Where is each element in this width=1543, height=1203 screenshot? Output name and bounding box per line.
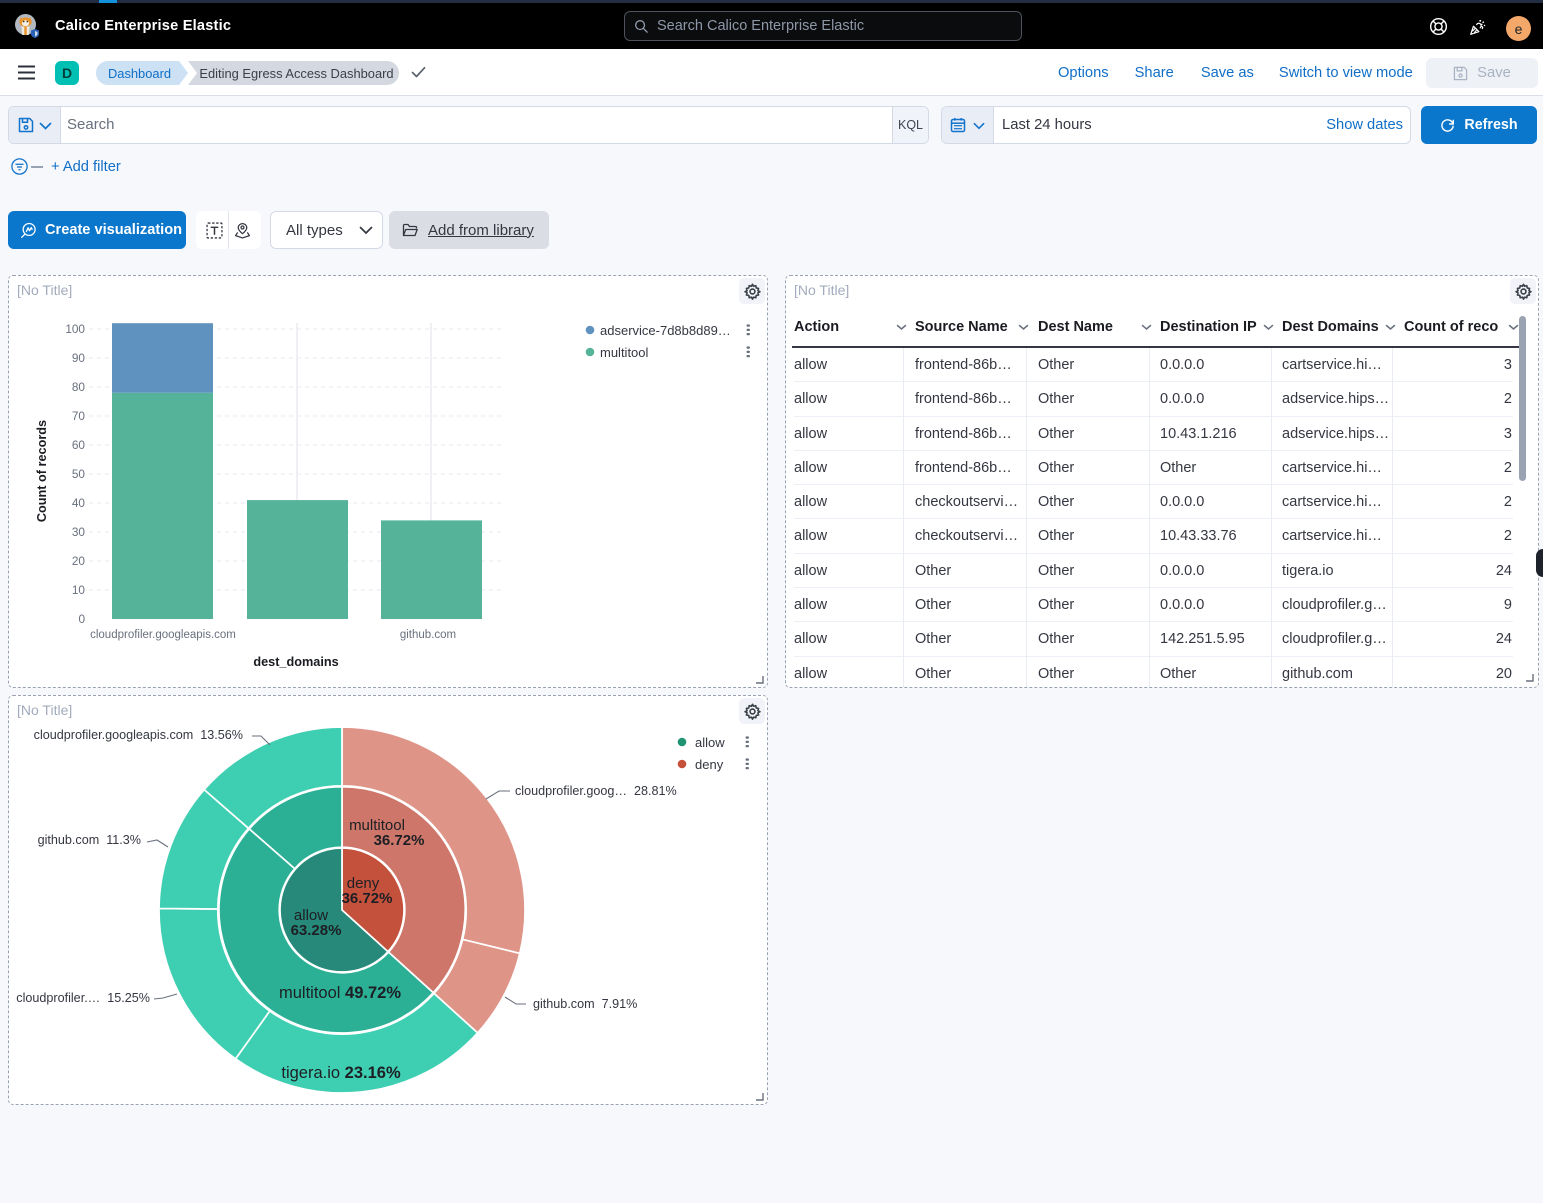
svg-text:36.72%: 36.72%	[374, 832, 425, 849]
svg-text:allow: allow	[695, 735, 725, 750]
svg-text:90: 90	[72, 351, 86, 365]
svg-text:30: 30	[72, 525, 86, 539]
svg-text:100: 100	[65, 322, 85, 336]
svg-text:0: 0	[78, 612, 85, 626]
svg-text:40: 40	[72, 496, 86, 510]
svg-text:36.72%: 36.72%	[342, 890, 393, 907]
svg-text:cloudprofiler.goog… 28.81%: cloudprofiler.goog… 28.81%	[515, 784, 677, 798]
svg-text:Count of records: Count of records	[35, 420, 49, 522]
svg-text:50: 50	[72, 467, 86, 481]
svg-text:multitool 49.72%: multitool 49.72%	[279, 984, 401, 1002]
svg-text:10: 10	[72, 583, 86, 597]
svg-text:tigera.io 23.16%: tigera.io 23.16%	[281, 1064, 401, 1082]
svg-text:dest_domains: dest_domains	[253, 655, 338, 669]
svg-text:20: 20	[72, 554, 86, 568]
svg-text:github.com 11.3%: github.com 11.3%	[38, 833, 141, 847]
svg-text:adservice-7d8b8d89…: adservice-7d8b8d89…	[600, 323, 731, 338]
svg-text:github.com 7.91%: github.com 7.91%	[533, 997, 637, 1011]
svg-text:multitool: multitool	[600, 345, 649, 360]
svg-text:github.com: github.com	[400, 629, 456, 641]
svg-text:80: 80	[72, 380, 86, 394]
svg-text:cloudprofiler.… 15.25%: cloudprofiler.… 15.25%	[16, 991, 150, 1005]
svg-text:60: 60	[72, 438, 86, 452]
svg-text:deny: deny	[695, 757, 724, 772]
svg-text:cloudprofiler.googleapis.com: cloudprofiler.googleapis.com 13.56%	[34, 728, 243, 742]
svg-text:70: 70	[72, 409, 86, 423]
svg-text:63.28%: 63.28%	[291, 922, 342, 939]
svg-text:cloudprofiler.googleapis.com: cloudprofiler.googleapis.com	[90, 629, 236, 641]
